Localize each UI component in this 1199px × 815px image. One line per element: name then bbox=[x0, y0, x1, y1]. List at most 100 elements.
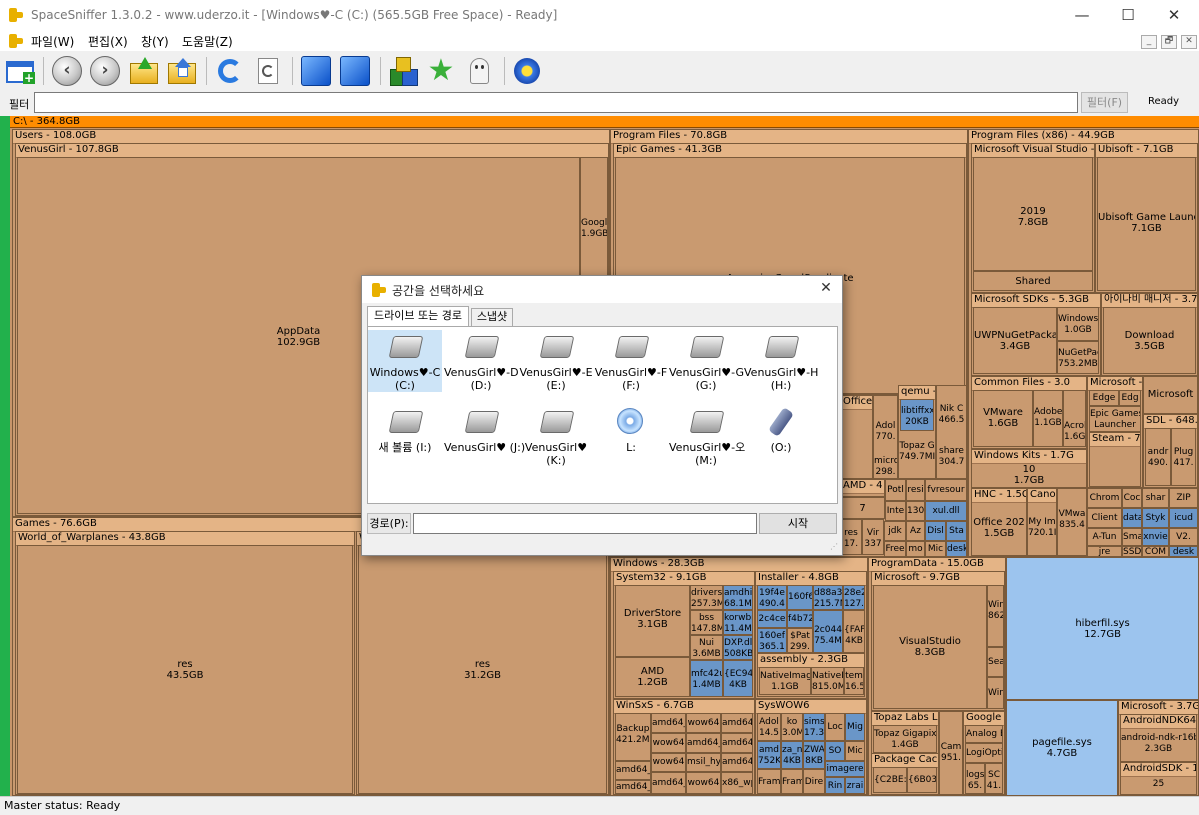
mdi-restore-button[interactable]: 🗗 bbox=[1161, 35, 1177, 49]
treemap-folder-android-sdk[interactable]: AndroidSDK - 1.1 25 bbox=[1120, 762, 1197, 795]
treemap-folder-2019[interactable]: 2019 7.8GB bbox=[973, 157, 1093, 271]
treemap-folder-sea[interactable]: Sea bbox=[987, 647, 1004, 677]
treemap-folder-jdk[interactable]: jdk bbox=[884, 521, 906, 541]
treemap-folder-w[interactable]: W res 31.2GB bbox=[356, 531, 609, 795]
treemap-folder-installer[interactable]: Installer - 4.8GB 19f4e 490.4 160f6 d88a… bbox=[755, 571, 867, 699]
minimize-button[interactable]: — bbox=[1059, 0, 1105, 31]
treemap-folder-potl[interactable]: Potl bbox=[885, 479, 906, 501]
tab-drive-or-path[interactable]: 드라이브 또는 경로 bbox=[367, 306, 469, 326]
treemap-folder-epic-launcher[interactable]: Epic Games Launcher bbox=[1089, 406, 1141, 432]
treemap-folder-program-files-x86[interactable]: Program Files (x86) - 44.9GB Microsoft V… bbox=[968, 129, 1199, 557]
treemap-folder-programdata[interactable]: ProgramData - 15.0GB Microsoft - 9.7GB V… bbox=[868, 557, 1006, 796]
treemap-folder-v2[interactable]: V2. bbox=[1169, 528, 1198, 546]
treemap-file-zan[interactable]: za_n 4KB bbox=[781, 741, 803, 769]
refresh-doc-icon[interactable] bbox=[253, 56, 283, 86]
treemap-file-zwa[interactable]: ZWA 8KB bbox=[803, 741, 825, 769]
treemap-folder-amd64[interactable]: amd64_ bbox=[651, 713, 686, 733]
treemap-folder-wow64[interactable]: wow64 bbox=[651, 733, 686, 753]
treemap-folder-wow64[interactable]: wow64 bbox=[651, 753, 686, 772]
treemap-folder-dire[interactable]: Dire bbox=[803, 769, 825, 794]
treemap-folder-bss[interactable]: bss 147.8M bbox=[690, 610, 723, 635]
treemap-folder-winsxs[interactable]: WinSxS - 6.7GB Backup 421.2MI amd64_ wow… bbox=[613, 699, 755, 795]
treemap-file-d88a3[interactable]: d88a3 215.7M bbox=[813, 585, 843, 610]
treemap-folder-amd64[interactable]: amd64_ bbox=[615, 761, 651, 780]
treemap-folder-microsoft[interactable]: Microsoft bbox=[1143, 376, 1198, 414]
treemap-folder-cam[interactable]: Cam 951. bbox=[939, 711, 963, 795]
treemap-folder-amd64[interactable]: amd64_ bbox=[721, 733, 753, 753]
treemap-file-2c4ce[interactable]: 2c4ce bbox=[757, 610, 787, 628]
blocks-icon[interactable] bbox=[388, 56, 418, 86]
ghost-icon[interactable] bbox=[464, 56, 494, 86]
treemap-folder-resi[interactable]: resi bbox=[906, 479, 925, 501]
treemap-file-160ef[interactable]: 160ef 365.1 bbox=[757, 628, 787, 653]
treemap-folder-android-ndk[interactable]: AndroidNDK64 - android-ndk-r16b 2.3GB bbox=[1120, 714, 1197, 762]
treemap-folder-google[interactable]: Google - Analog E LogiOption logs 65. SC… bbox=[963, 711, 1005, 795]
treemap-folder-sma[interactable]: Sma bbox=[1122, 528, 1142, 546]
treemap-folder-az[interactable]: Az bbox=[906, 521, 925, 541]
resize-grip[interactable]: ⋰ bbox=[830, 543, 840, 553]
menu-help[interactable]: 도움말(Z) bbox=[182, 33, 233, 50]
treemap-folder-adol[interactable]: Adol 14.5 bbox=[757, 713, 781, 741]
treemap-folder-temp[interactable]: tem 16.5 bbox=[844, 667, 864, 695]
back-icon[interactable]: ‹ bbox=[52, 56, 82, 86]
treemap-folder-loc[interactable]: Loc bbox=[825, 713, 845, 741]
treemap-file-zrai[interactable]: zrai bbox=[845, 777, 865, 794]
treemap-folder-mic[interactable]: Mic bbox=[925, 541, 946, 556]
treemap-folder-nik[interactable]: Nik C 466.5 share 304.7 bbox=[936, 385, 967, 479]
tab-snapshot[interactable]: 스냅샷 bbox=[471, 308, 513, 326]
treemap-folder-jre[interactable]: jre bbox=[1087, 546, 1122, 556]
treemap-folder-amd64[interactable]: amd64_ bbox=[686, 733, 721, 753]
treemap-folder-sc[interactable]: SC 41. bbox=[985, 763, 1003, 794]
treemap-folder-res[interactable]: res 31.2GB bbox=[358, 545, 607, 794]
drive-item[interactable]: VenusGirl♥-오 (M:) bbox=[669, 405, 745, 467]
treemap-folder-nativeimages[interactable]: NativeImag 1.1GB bbox=[759, 667, 811, 695]
treemap-folder-ubisoft[interactable]: Ubisoft - 7.1GB Ubisoft Game Launche 7.1… bbox=[1095, 143, 1198, 293]
treemap-folder-backup[interactable]: Backup 421.2MI bbox=[615, 713, 651, 761]
treemap-folder-nui[interactable]: Nui 3.6MB bbox=[690, 635, 723, 660]
treemap-folder-patch[interactable]: $Pat 299. bbox=[787, 628, 813, 653]
treemap-folder-6b03[interactable]: {6B03 bbox=[907, 767, 937, 793]
treemap-folder-wow64[interactable]: wow64 bbox=[686, 713, 721, 733]
treemap-file-hiberfil[interactable]: hiberfil.sys 12.7GB bbox=[1006, 557, 1199, 700]
treemap-folder-amd64[interactable]: amd64_ bbox=[651, 772, 686, 794]
settings-flower-icon[interactable] bbox=[512, 56, 542, 86]
treemap-folder-adobe[interactable]: Adobe 1.1GB bbox=[1033, 390, 1063, 447]
treemap-folder-res[interactable]: res 43.5GB bbox=[17, 545, 353, 794]
close-button[interactable]: ✕ bbox=[1151, 0, 1197, 31]
star-icon[interactable]: ★ bbox=[426, 56, 456, 86]
treemap-folder-msil[interactable]: msil_hy bbox=[686, 753, 721, 772]
treemap-file-28e2[interactable]: 28e2 127. bbox=[843, 585, 865, 610]
treemap-file-rin[interactable]: Rin bbox=[825, 777, 845, 794]
treemap-folder-win2[interactable]: Win bbox=[987, 677, 1004, 709]
up-folder-icon[interactable] bbox=[129, 56, 159, 86]
treemap-folder-amd64[interactable]: amd64_ bbox=[721, 713, 753, 733]
treemap-folder-common-files[interactable]: Common Files - 3.0 VMware 1.6GB Adobe 1.… bbox=[971, 376, 1087, 449]
zoom-out-cube-icon[interactable] bbox=[340, 56, 370, 86]
treemap-file-desk[interactable]: desk bbox=[946, 541, 967, 556]
treemap-folder-vmwa[interactable]: VMwa 835.4 bbox=[1057, 488, 1087, 556]
drive-item[interactable]: Windows♥-C (C:) bbox=[368, 330, 442, 392]
treemap-folder-130[interactable]: 130 bbox=[906, 501, 925, 521]
treemap-folder-logs[interactable]: logs 65. bbox=[965, 763, 985, 794]
treemap-folder-edge[interactable]: Edge bbox=[1089, 390, 1119, 406]
treemap-folder-driverstore[interactable]: DriverStore 3.1GB bbox=[615, 585, 690, 657]
new-view-icon[interactable]: + bbox=[5, 56, 35, 86]
drive-item[interactable]: VenusGirl♥-E (E:) bbox=[519, 330, 593, 392]
treemap-folder-nuget[interactable]: NuGetPac 753.2MB bbox=[1057, 341, 1099, 374]
treemap-folder-com[interactable]: COM bbox=[1142, 546, 1169, 556]
zoom-in-cube-icon[interactable] bbox=[301, 56, 331, 86]
treemap-folder-nativeimages2[interactable]: NativeI 815.0MI bbox=[811, 667, 844, 695]
treemap-folder-qemu[interactable]: qemu - S libtiffxx- 20KB Topaz G 749.7MI bbox=[898, 385, 936, 479]
treemap-folder-atun[interactable]: A-Tun bbox=[1087, 528, 1122, 546]
maximize-button[interactable]: ☐ bbox=[1105, 0, 1151, 31]
treemap-file-sta[interactable]: Sta bbox=[946, 521, 967, 541]
treemap-folder-adol[interactable]: Adol 770. micro 298. bbox=[873, 395, 898, 479]
treemap-folder-faf[interactable]: {FAF 4KB bbox=[843, 610, 865, 653]
treemap-folder-amd64[interactable]: amd64_ bbox=[721, 753, 753, 772]
treemap-file-19f4e[interactable]: 19f4e 490.4 bbox=[757, 585, 787, 610]
treemap-folder-system32[interactable]: System32 - 9.1GB DriverStore 3.1GB AMD 1… bbox=[613, 571, 755, 699]
treemap-folder-sdl[interactable]: SDL - 648.1 andr 490. Plug 417. bbox=[1143, 414, 1198, 488]
treemap-folder-ko[interactable]: ko 3.0M bbox=[781, 713, 803, 741]
treemap-file-sims[interactable]: sims 17.3 bbox=[803, 713, 825, 741]
treemap-folder-visualstudio[interactable]: VisualStudio 8.3GB bbox=[873, 585, 987, 709]
